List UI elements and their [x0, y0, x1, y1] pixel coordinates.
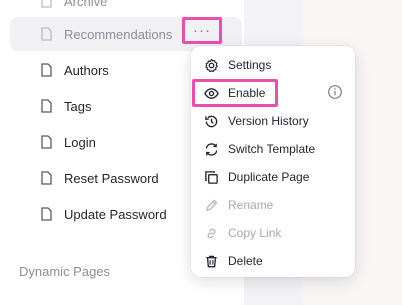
menu-item-switch-template[interactable]: Switch Template	[199, 137, 347, 161]
document-icon	[41, 27, 52, 41]
page-item-label: Update Password	[64, 206, 167, 222]
menu-item-enable[interactable]: Enable	[192, 79, 278, 107]
menu-item-label: Rename	[228, 198, 274, 212]
link-icon	[203, 225, 219, 241]
menu-item-label: Switch Template	[228, 142, 316, 156]
page-item-label: Authors	[64, 62, 109, 78]
menu-item-label: Delete	[228, 254, 263, 268]
more-options-button[interactable]: ···	[182, 17, 222, 44]
eye-icon	[203, 85, 219, 101]
document-icon	[41, 171, 52, 185]
menu-item-version-history[interactable]: Version History	[199, 109, 347, 133]
page-item-label: Archive	[64, 0, 108, 9]
page-context-menu: Settings Enable Version History Switch T…	[191, 46, 355, 277]
document-icon	[41, 135, 52, 149]
page-item-label: Tags	[64, 98, 92, 114]
menu-item-rename[interactable]: Rename	[199, 193, 347, 217]
info-icon[interactable]	[327, 84, 343, 100]
menu-item-label: Copy Link	[228, 226, 282, 240]
page-item-label: Login	[64, 134, 96, 150]
duplicate-icon	[203, 169, 219, 185]
menu-item-copy-link[interactable]: Copy Link	[199, 221, 347, 245]
menu-item-label: Settings	[228, 58, 272, 72]
menu-item-delete[interactable]: Delete	[199, 249, 347, 273]
menu-item-duplicate-page[interactable]: Duplicate Page	[199, 165, 347, 189]
document-icon	[41, 99, 52, 113]
menu-item-label: Duplicate Page	[228, 170, 310, 184]
gear-icon	[203, 57, 219, 73]
trash-icon	[203, 253, 219, 269]
document-icon	[41, 207, 52, 221]
history-icon	[203, 113, 219, 129]
pencil-icon	[203, 197, 219, 213]
page-item-label: Recommendations	[64, 26, 173, 42]
section-title-dynamic-pages: Dynamic Pages	[19, 264, 111, 279]
menu-item-label: Enable	[228, 86, 266, 100]
switch-icon	[203, 141, 219, 157]
page-item-label: Reset Password	[64, 170, 159, 186]
document-icon	[41, 63, 52, 77]
document-icon	[41, 0, 52, 8]
menu-item-settings[interactable]: Settings	[199, 53, 347, 77]
menu-item-label: Version History	[228, 114, 309, 128]
page-item-archive[interactable]: Archive	[10, 0, 242, 18]
